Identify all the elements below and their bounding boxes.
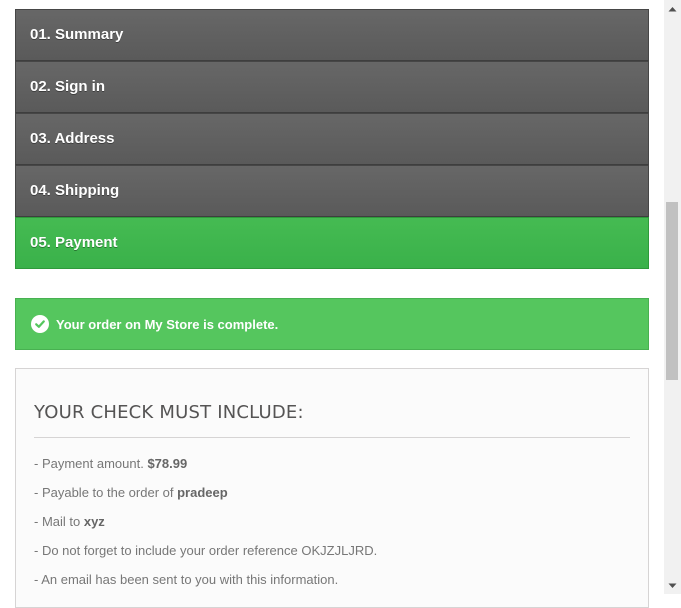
step-sign-in[interactable]: 02. Sign in <box>15 61 649 113</box>
alert-text: Your order on My Store is complete. <box>56 316 279 332</box>
payment-amount-value: $78.99 <box>147 456 188 471</box>
scrollbar-thumb[interactable] <box>666 202 678 380</box>
check-instructions-box: YOUR CHECK MUST INCLUDE: - Payment amoun… <box>15 368 649 608</box>
mail-to-value: xyz <box>83 514 105 529</box>
vertical-scrollbar[interactable] <box>664 0 681 594</box>
order-complete-alert: Your order on My Store is complete. <box>15 298 649 350</box>
checkout-steps: 01. Summary 02. Sign in 03. Address 04. … <box>15 9 649 269</box>
step-payment[interactable]: 05. Payment <box>15 217 649 269</box>
payable-to-value: pradeep <box>177 485 228 500</box>
payment-amount-line: - Payment amount. $78.99 <box>34 456 188 471</box>
check-circle-icon <box>31 315 49 333</box>
scroll-down-arrow-icon[interactable] <box>664 577 681 594</box>
scroll-up-arrow-icon[interactable] <box>664 0 681 17</box>
mail-to-line: - Mail to xyz <box>34 514 105 529</box>
payable-to-line: - Payable to the order of pradeep <box>34 485 228 500</box>
order-reference-line: - Do not forget to include your order re… <box>34 543 378 558</box>
check-instructions-title: YOUR CHECK MUST INCLUDE: <box>34 369 630 438</box>
check-instructions-list: - Payment amount. $78.99 - Payable to th… <box>34 438 630 600</box>
step-address[interactable]: 03. Address <box>15 113 649 165</box>
email-sent-line: - An email has been sent to you with thi… <box>34 572 339 587</box>
step-summary[interactable]: 01. Summary <box>15 9 649 61</box>
step-shipping[interactable]: 04. Shipping <box>15 165 649 217</box>
